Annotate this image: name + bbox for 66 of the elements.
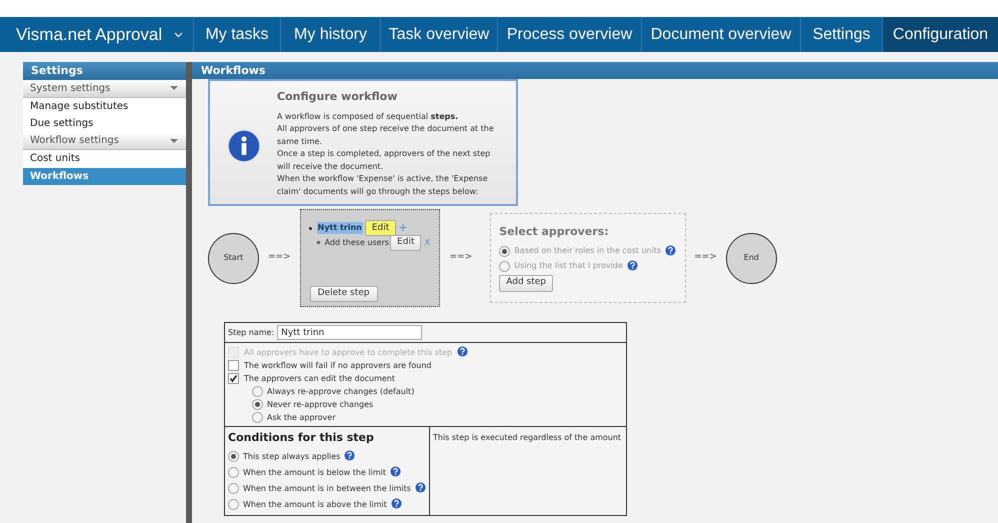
option-label: When the amount is below the limit xyxy=(243,466,386,478)
info-text: When the workflow 'Expense' is active, the 'Expense claim' documents will go through the steps below: xyxy=(277,173,489,198)
edit-button[interactable]: Edit xyxy=(364,220,396,236)
condition-note: This step is executed regardless of the amount xyxy=(433,433,622,442)
sidebar-label: Workflow settings xyxy=(30,134,119,148)
radio-button[interactable] xyxy=(228,467,239,478)
checkbox-label: The workflow will fail if no approvers are found xyxy=(244,360,432,372)
sidebar-item[interactable]: Cost units xyxy=(23,150,186,168)
radio-button[interactable] xyxy=(228,499,239,510)
sidebar-item[interactable]: Manage substitutes xyxy=(23,98,186,115)
radio-button[interactable] xyxy=(252,399,263,410)
approvers-title: Select approvers: xyxy=(499,224,610,240)
radio-button[interactable] xyxy=(228,451,239,462)
radio-button[interactable] xyxy=(499,246,510,256)
edit-button[interactable]: Edit xyxy=(390,234,422,250)
sidebar-item[interactable]: Due settings xyxy=(23,115,186,132)
radio-button[interactable] xyxy=(252,412,263,423)
option-label: Always re-approve changes (default) xyxy=(267,386,414,398)
dropdown-arrow-icon[interactable] xyxy=(170,138,178,143)
list-item-text: Add these users xyxy=(324,236,390,248)
info-text: All approvers of one step receive the document at the same time. xyxy=(277,123,495,148)
radio-button[interactable] xyxy=(252,386,263,397)
radio-button[interactable] xyxy=(228,483,239,494)
panel-title: Workflows xyxy=(192,62,998,79)
info-text: A workflow is composed of sequential steps. xyxy=(277,110,460,123)
bullet-icon xyxy=(308,226,312,230)
info-title: Configure workflow xyxy=(277,89,398,105)
help-icon[interactable] xyxy=(414,482,426,493)
info-text: Once a step is completed, approvers of the next step will receive the document. xyxy=(277,148,492,172)
sidebar-group[interactable]: Workflow settings xyxy=(23,132,186,150)
option-label: Using the list that I provide xyxy=(514,260,623,272)
help-icon[interactable] xyxy=(626,260,638,270)
flow-arrow: ==> xyxy=(694,251,717,264)
nav-tab[interactable]: Configuration xyxy=(882,17,998,52)
sidebar-group[interactable]: System settings xyxy=(23,80,186,98)
bullet-icon xyxy=(316,241,320,244)
sidebar-title: Settings xyxy=(23,62,186,80)
radio-button[interactable] xyxy=(499,260,510,272)
step-name-field[interactable]: Nytt trinn xyxy=(277,325,422,340)
dropdown-arrow-icon[interactable] xyxy=(170,86,178,90)
field-label: Step name: xyxy=(228,326,274,338)
option-label: Ask the approver xyxy=(267,412,336,424)
info-icon xyxy=(227,129,261,163)
help-icon[interactable] xyxy=(344,450,356,461)
option-label: Based on their roles in the cost units xyxy=(514,245,662,257)
help-icon[interactable] xyxy=(390,466,402,477)
checkbox-label: The approvers can edit the document xyxy=(244,372,395,384)
step-name: Nytt trinn xyxy=(316,222,363,234)
add-step-button[interactable]: Add step xyxy=(499,274,554,292)
checkbox-label: All approvers have to approve to complete this step xyxy=(244,346,452,358)
app-title: Visma.net Approval xyxy=(16,24,162,46)
option-label: When the amount is in between the limits xyxy=(243,482,411,494)
flow-arrow: ==> xyxy=(268,251,291,264)
help-icon[interactable] xyxy=(390,498,402,509)
sidebar-label: System settings xyxy=(30,82,110,96)
chevron-down-icon[interactable] xyxy=(174,32,184,38)
delete-step-button[interactable]: Delete step xyxy=(310,286,378,302)
section-title: Conditions for this step xyxy=(228,430,375,446)
option-label: This step always applies xyxy=(243,450,340,462)
flow-arrow: ==> xyxy=(450,251,472,264)
help-icon[interactable] xyxy=(665,244,676,256)
checkbox[interactable] xyxy=(228,360,239,371)
sidebar-item[interactable]: Workflows xyxy=(23,168,186,185)
checkbox[interactable] xyxy=(228,373,239,384)
option-label: When the amount is above the limit xyxy=(243,498,387,510)
option-label: Never re-approve changes xyxy=(267,398,374,410)
